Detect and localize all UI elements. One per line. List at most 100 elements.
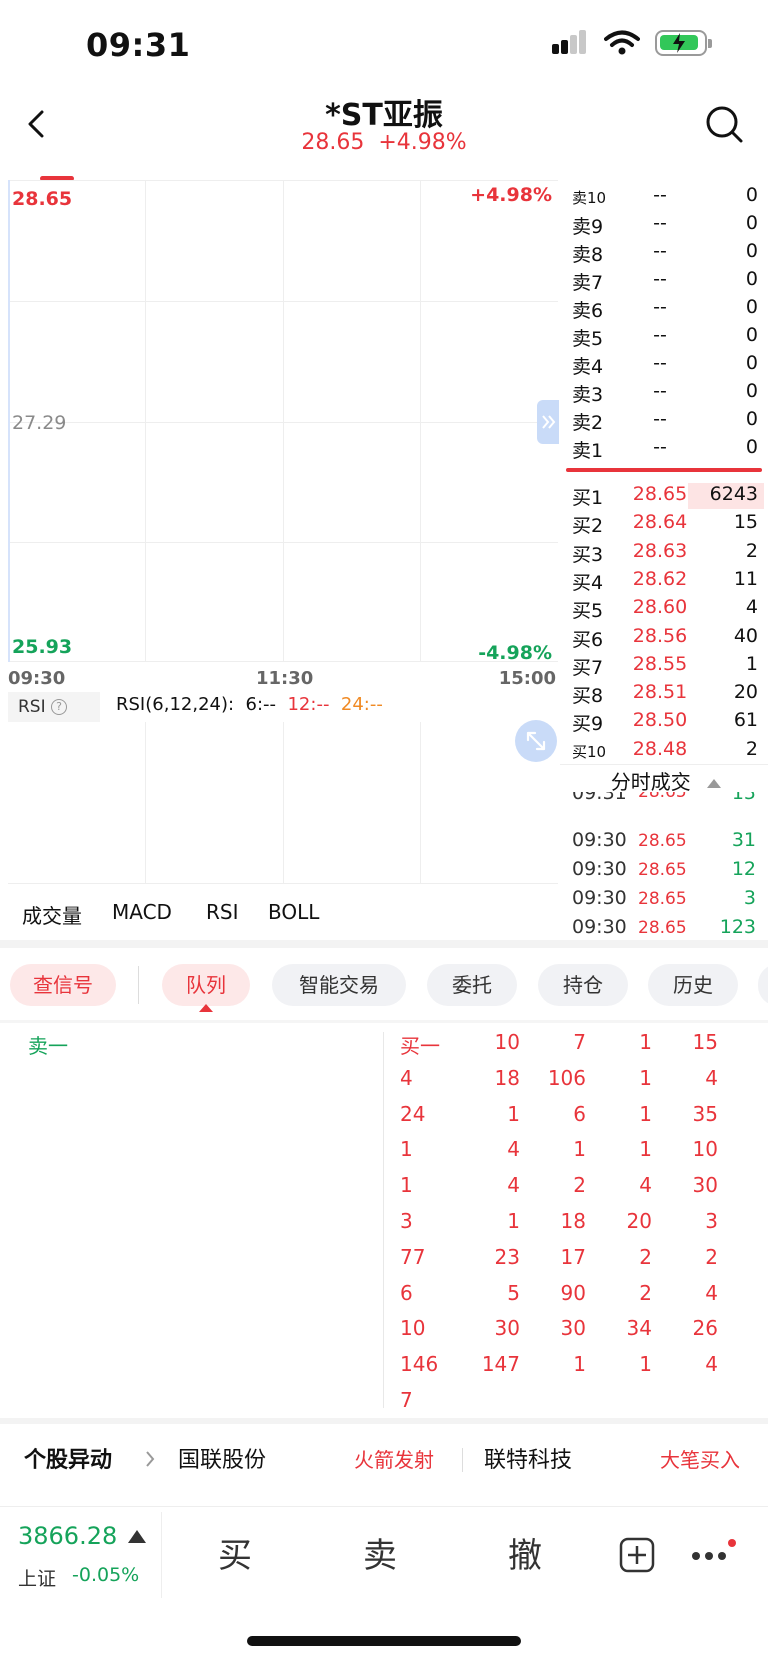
pct-high-label: +4.98%: [470, 184, 552, 206]
ask-label: 卖7: [572, 272, 604, 294]
ask-row[interactable]: 卖8 -- 0: [570, 240, 764, 268]
bid-label: 买3: [572, 543, 604, 566]
cellular-signal-icon: [552, 30, 588, 58]
queue-cell: 1: [400, 1137, 413, 1162]
bid-label: 买5: [572, 600, 604, 623]
queue-cell: 1: [639, 1030, 652, 1054]
stock-alert-label[interactable]: 个股异动: [24, 1442, 112, 1474]
bid-row[interactable]: 买1 28.65 6243: [570, 483, 764, 511]
ask-row[interactable]: 卖7 -- 0: [570, 268, 764, 296]
buy-button[interactable]: 买: [218, 1528, 252, 1577]
ask-volume: 0: [745, 296, 758, 318]
tab-history[interactable]: 历史: [648, 964, 738, 1006]
queue-cell: 24: [400, 1101, 426, 1126]
bid-row[interactable]: 买2 28.64 15: [570, 511, 764, 539]
tab-more[interactable]: [758, 964, 768, 1006]
ask-price: --: [653, 212, 667, 234]
bid-price: 28.60: [632, 596, 688, 619]
intraday-chart[interactable]: 28.65 27.29 25.93 +4.98% -4.98%: [8, 180, 558, 664]
tab-macd[interactable]: MACD: [112, 900, 172, 924]
bid-label: 买9: [572, 713, 604, 736]
queue-cell: 35: [692, 1101, 718, 1126]
index-value[interactable]: 3866.28: [18, 1522, 117, 1550]
queue-cell: 6: [400, 1280, 413, 1305]
ask-label: 卖8: [572, 244, 604, 266]
bid-row[interactable]: 买10 28.48 2: [570, 738, 764, 766]
more-icon[interactable]: [690, 1538, 740, 1572]
time-label-open: 09:30: [8, 668, 66, 689]
section-separator: [0, 1418, 768, 1424]
bid-row[interactable]: 买6 28.56 40: [570, 625, 764, 653]
queue-cell: 1: [639, 1352, 652, 1377]
ask-price: --: [653, 296, 667, 318]
help-icon[interactable]: ?: [51, 699, 68, 715]
queue-cell: 90: [560, 1280, 586, 1305]
ask-row[interactable]: 卖2 -- 0: [570, 408, 764, 436]
price-mid-label: 27.29: [12, 412, 67, 434]
expand-chart-button[interactable]: [515, 720, 557, 762]
ask-row[interactable]: 卖4 -- 0: [570, 352, 764, 380]
bid-price: 28.55: [632, 652, 688, 675]
tab-rsi[interactable]: RSI: [206, 900, 239, 924]
stock-change: +4.98%: [378, 130, 467, 155]
tick-trades-header[interactable]: 分时成交: [566, 766, 766, 795]
tab-volume[interactable]: 成交量: [22, 900, 82, 929]
collapse-orderbook-button[interactable]: [537, 400, 559, 444]
tab-positions[interactable]: 持仓: [538, 964, 628, 1006]
bid-volume: 20: [733, 681, 758, 704]
ask-row[interactable]: 卖6 -- 0: [570, 296, 764, 324]
trade-row: 09:30 28.65 3: [572, 887, 764, 915]
ask-row[interactable]: 卖5 -- 0: [570, 324, 764, 352]
orderbook-bottom-line: [560, 764, 768, 765]
wifi-icon: [604, 30, 640, 55]
bid-row[interactable]: 买3 28.63 2: [570, 540, 764, 568]
queue-cell: 30: [560, 1316, 586, 1341]
cancel-order-button[interactable]: 撤: [508, 1528, 542, 1577]
bid-volume: 1: [745, 652, 758, 675]
rsi-panel[interactable]: RSI ? RSI(6,12,24): 6:-- 12:-- 24:--: [8, 692, 558, 884]
ticker-stock-1[interactable]: 国联股份: [178, 1442, 266, 1474]
queue-cell: 4: [705, 1065, 718, 1090]
queue-cell: 26: [692, 1316, 718, 1341]
queue-cell: 2: [573, 1173, 586, 1198]
ask-row[interactable]: 卖3 -- 0: [570, 380, 764, 408]
price-low-label: 25.93: [12, 636, 73, 658]
rsi24-value: 24:--: [340, 694, 383, 715]
queue-cell: 106: [547, 1065, 586, 1090]
bid-row[interactable]: 买8 28.51 20: [570, 681, 764, 709]
ticker-stock-2[interactable]: 联特科技: [484, 1442, 572, 1474]
rsi-indicator-tag[interactable]: RSI ?: [8, 692, 100, 722]
tab-orders[interactable]: 委托: [427, 964, 517, 1006]
tab-smart-trade[interactable]: 智能交易: [272, 964, 406, 1006]
trade-volume: 15: [731, 792, 756, 804]
tab-boll[interactable]: BOLL: [268, 900, 319, 924]
tab-queue[interactable]: 队列: [162, 964, 250, 1006]
add-watchlist-icon[interactable]: [619, 1537, 655, 1573]
queue-cell: 146: [400, 1352, 439, 1377]
trade-volume: 12: [731, 858, 756, 880]
price-high-label: 28.65: [12, 188, 73, 210]
trade-price: 28.65: [638, 889, 687, 909]
bid-row[interactable]: 买4 28.62 11: [570, 568, 764, 596]
bid-row[interactable]: 买5 28.60 4: [570, 596, 764, 624]
stock-price: 28.65: [301, 130, 365, 155]
stock-name: *ST亚振: [325, 98, 443, 133]
ask-label: 卖6: [572, 300, 604, 322]
index-name: 上证: [18, 1568, 57, 1590]
queue-cell: 147: [481, 1352, 520, 1377]
bid-row[interactable]: 买7 28.55 1: [570, 653, 764, 681]
sell-button[interactable]: 卖: [363, 1528, 397, 1577]
ask-row[interactable]: 卖10 -- 0: [570, 184, 764, 212]
ask-row[interactable]: 卖9 -- 0: [570, 212, 764, 240]
ask-row[interactable]: 卖1 -- 0: [570, 436, 764, 464]
section-separator: [0, 940, 768, 948]
stock-quote: 28.65 +4.98%: [0, 130, 768, 155]
tab-check-signal[interactable]: 查信号: [10, 964, 116, 1006]
bid-row[interactable]: 买9 28.50 61: [570, 709, 764, 737]
bid-price: 28.51: [632, 681, 688, 704]
pct-low-label: -4.98%: [478, 642, 552, 664]
ask-label: 卖5: [572, 328, 604, 350]
search-icon[interactable]: [704, 104, 744, 144]
trade-price: 28.65: [638, 831, 687, 851]
queue-cell: 34: [626, 1316, 652, 1341]
